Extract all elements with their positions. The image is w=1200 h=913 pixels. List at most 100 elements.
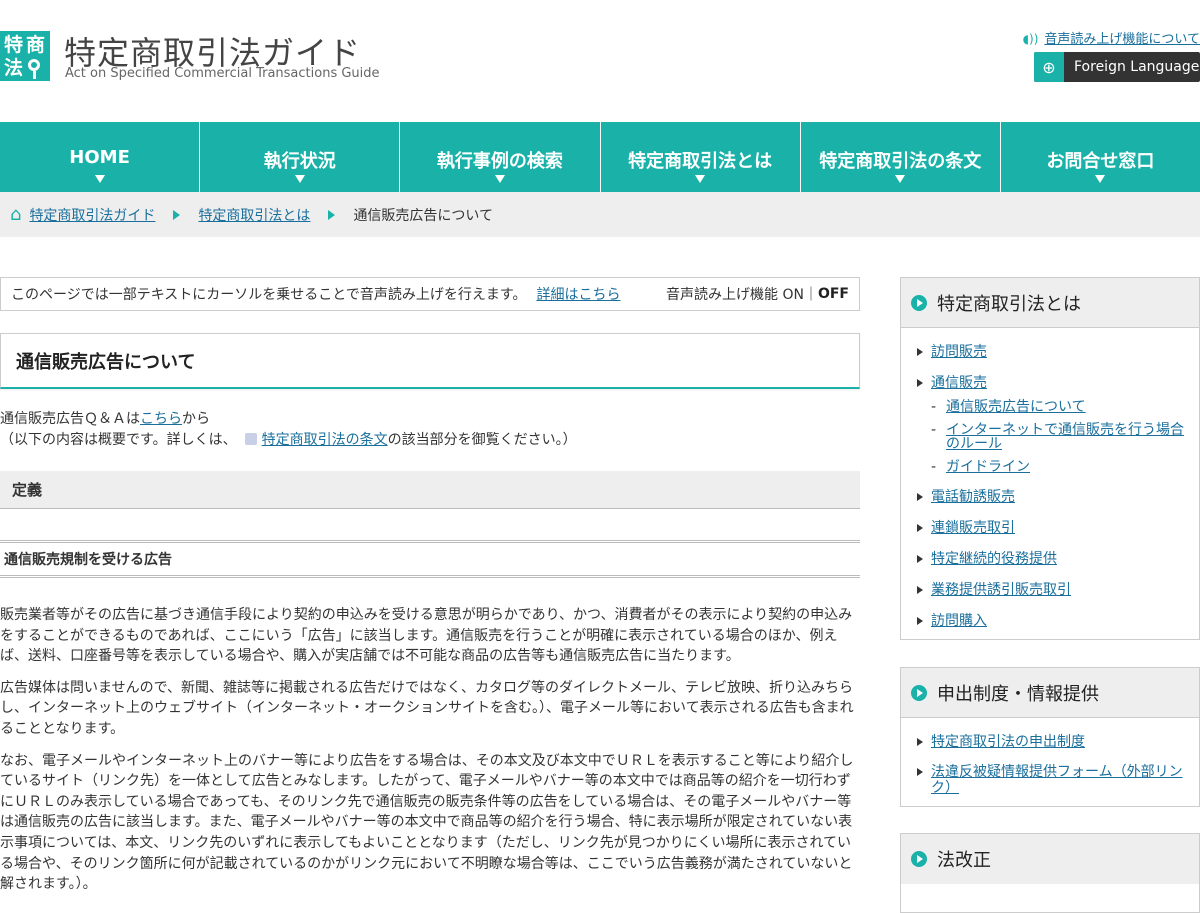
caret-down-icon <box>695 175 706 183</box>
voice-reading-link-label: 音声読み上げ機能について <box>1044 32 1200 47</box>
sidebar-item[interactable]: 特定継続的役務提供 <box>917 551 1189 567</box>
sidebar-link[interactable]: 訪問購入 <box>931 613 987 629</box>
circle-arrow-icon <box>911 294 927 311</box>
circle-arrow-icon <box>911 684 927 701</box>
document-icon <box>244 433 257 445</box>
sidebar-link[interactable]: 特定商取引法の申出制度 <box>931 734 1085 750</box>
site-subtitle: Act on Specified Commercial Transactions… <box>65 66 380 81</box>
sidebar-item[interactable]: 連鎖販売取引 <box>917 520 1189 536</box>
sidebar-sub-item[interactable]: ガイドライン <box>917 460 1189 474</box>
globe-icon: ⊕ <box>1034 52 1064 82</box>
voice-details-link[interactable]: 詳細はこちら <box>536 284 620 304</box>
magnifier-handle <box>33 71 36 79</box>
sidebar-heading-label: 特定商取引法とは <box>937 293 1081 315</box>
nav-label: 執行事例の検索 <box>436 151 563 172</box>
logo-char: 特 <box>4 34 24 56</box>
sidebar-law-amendment: 法改正 <box>900 833 1200 913</box>
sidebar-link[interactable]: ガイドライン <box>946 459 1030 475</box>
intro-line-1: 通信販売広告Ｑ＆Ａはこちらから <box>0 409 860 430</box>
sidebar-link[interactable]: 訪問販売 <box>931 344 987 360</box>
intro-text-part: 通信販売広告Ｑ＆Ａは <box>0 411 140 427</box>
breadcrumb-current: 通信販売広告について <box>353 207 494 224</box>
sidebar-heading: 特定商取引法とは <box>901 278 1199 328</box>
intro-text-part: の該当部分を御覧ください。） <box>387 432 577 448</box>
sidebar-item[interactable]: 特定商取引法の申出制度 <box>917 734 1189 750</box>
nav-label: 特定商取引法とは <box>628 151 773 172</box>
sidebar-link[interactable]: 電話勧誘販売 <box>931 489 1015 505</box>
logo-char: 商 <box>26 34 46 56</box>
magnifier-icon <box>28 59 40 71</box>
nav-label: HOME <box>69 147 130 168</box>
qa-link[interactable]: こちら <box>140 411 182 427</box>
caret-down-icon <box>1095 175 1106 183</box>
sidebar-reporting: 申出制度・情報提供 特定商取引法の申出制度 法違反被疑情報提供フォーム（外部リン… <box>900 667 1200 807</box>
section-subheading: 通信販売規制を受ける広告 <box>0 540 860 578</box>
sidebar-item[interactable]: 通信販売 <box>917 375 1189 391</box>
global-nav: HOME 執行状況 執行事例の検索 特定商取引法とは 特定商取引法の条文 お問合… <box>0 122 1200 192</box>
sidebar-sub-item[interactable]: 通信販売広告について <box>917 400 1189 414</box>
section-heading: 定義 <box>0 471 860 509</box>
law-text-link[interactable]: 特定商取引法の条文 <box>262 432 388 448</box>
sidebar-item[interactable]: 訪問購入 <box>917 613 1189 629</box>
intro-text-part: から <box>182 411 210 427</box>
sidebar-item[interactable]: 業務提供誘引販売取引 <box>917 582 1189 598</box>
nav-enforcement-status[interactable]: 執行状況 <box>200 122 401 192</box>
sidebar-link[interactable]: 連鎖販売取引 <box>931 520 1015 536</box>
voice-reading-link[interactable]: ◖)) 音声読み上げ機能について <box>1023 28 1200 47</box>
breadcrumb-separator-icon <box>173 209 181 220</box>
sidebar-heading-label: 申出制度・情報提供 <box>937 683 1099 705</box>
nav-contact[interactable]: お問合せ窓口 <box>1001 122 1200 192</box>
breadcrumb-separator-icon <box>328 209 336 220</box>
caret-down-icon <box>94 175 105 183</box>
sidebar-link[interactable]: 通信販売広告について <box>946 399 1086 415</box>
intro-text-part: （以下の内容は概要です。詳しくは、 <box>0 432 237 448</box>
caret-down-icon <box>494 175 505 183</box>
body-paragraph: 広告媒体は問いませんので、新聞、雑誌等に掲載される広告だけではなく、カタログ等の… <box>0 679 854 737</box>
sidebar-sub-item[interactable]: インターネットで通信販売を行う場合のルール <box>917 423 1189 451</box>
logo-char: 法 <box>4 57 24 79</box>
breadcrumb: ⌂ 特定商取引法ガイド 特定商取引法とは 通信販売広告について <box>0 192 1200 237</box>
breadcrumb-link[interactable]: 特定商取引法とは <box>198 205 310 225</box>
nav-law-text[interactable]: 特定商取引法の条文 <box>801 122 1001 192</box>
sidebar-heading: 申出制度・情報提供 <box>901 668 1199 718</box>
voice-toggle-off[interactable]: OFF <box>818 286 849 302</box>
voice-reading-bar: このページでは一部テキストにカーソルを乗せることで音声読み上げを行えます。 詳細… <box>0 277 860 311</box>
breadcrumb-link[interactable]: 特定商取引法ガイド <box>29 205 155 225</box>
body-paragraph: 販売業者等がその広告に基づき通信手段により契約の申込みを受ける意思が明らかであり… <box>0 607 853 665</box>
voice-toggle-on[interactable]: 音声読み上げ機能 ON｜ <box>666 284 818 304</box>
site-logo[interactable]: 特 商 法 <box>0 31 50 81</box>
foreign-language-label: Foreign Language <box>1074 59 1200 75</box>
sidebar-list: 特定商取引法の申出制度 法違反被疑情報提供フォーム（外部リンク） <box>901 718 1199 806</box>
nav-label: 特定商取引法の条文 <box>819 151 982 172</box>
voice-bar-text: このページでは一部テキストにカーソルを乗せることで音声読み上げを行えます。 <box>11 287 527 303</box>
nav-about-law[interactable]: 特定商取引法とは <box>601 122 801 192</box>
sidebar-link[interactable]: 業務提供誘引販売取引 <box>931 582 1071 598</box>
intro-text: 通信販売広告Ｑ＆Ａはこちらから （以下の内容は概要です。詳しくは、 特定商取引法の… <box>0 409 860 451</box>
sidebar-list: 訪問販売 通信販売 通信販売広告について インターネットで通信販売を行う場合のル… <box>901 328 1199 639</box>
nav-label: お問合せ窓口 <box>1046 151 1155 172</box>
sidebar-about-law: 特定商取引法とは 訪問販売 通信販売 通信販売広告について インターネットで通信… <box>900 277 1200 640</box>
caret-down-icon <box>895 175 906 183</box>
home-icon[interactable]: ⌂ <box>10 204 21 225</box>
nav-case-search[interactable]: 執行事例の検索 <box>400 122 601 192</box>
nav-label: 執行状況 <box>263 151 336 172</box>
sidebar-link[interactable]: 通信販売 <box>931 375 987 391</box>
caret-down-icon <box>294 175 305 183</box>
sidebar-heading-label: 法改正 <box>937 850 991 871</box>
sidebar-link[interactable]: 特定継続的役務提供 <box>931 551 1057 567</box>
intro-line-2: （以下の内容は概要です。詳しくは、 特定商取引法の条文の該当部分を御覧ください。） <box>0 430 860 451</box>
page-title: 通信販売広告について <box>0 333 860 389</box>
foreign-language-button[interactable]: ⊕ Foreign Language <box>1034 52 1200 82</box>
sidebar-link[interactable]: インターネットで通信販売を行う場合のルール <box>946 422 1184 452</box>
body-paragraph: なお、電子メールやインターネット上のバナー等により広告をする場合は、その本文及び… <box>0 752 854 893</box>
nav-home[interactable]: HOME <box>0 122 201 192</box>
site-header: 特 商 法 特定商取引法ガイド Act on Specified Commerc… <box>0 0 1200 122</box>
sidebar-item[interactable]: 法違反被疑情報提供フォーム（外部リンク） <box>917 764 1189 796</box>
sidebar-item[interactable]: 電話勧誘販売 <box>917 489 1189 505</box>
sidebar-heading: 法改正 <box>901 834 1199 884</box>
main-content: このページでは一部テキストにカーソルを乗せることで音声読み上げを行えます。 詳細… <box>0 277 860 895</box>
sidebar-link[interactable]: 法違反被疑情報提供フォーム（外部リンク） <box>931 764 1183 796</box>
circle-arrow-icon <box>911 851 927 867</box>
speaker-icon: ◖)) <box>1022 32 1039 46</box>
sidebar-item[interactable]: 訪問販売 <box>917 344 1189 360</box>
